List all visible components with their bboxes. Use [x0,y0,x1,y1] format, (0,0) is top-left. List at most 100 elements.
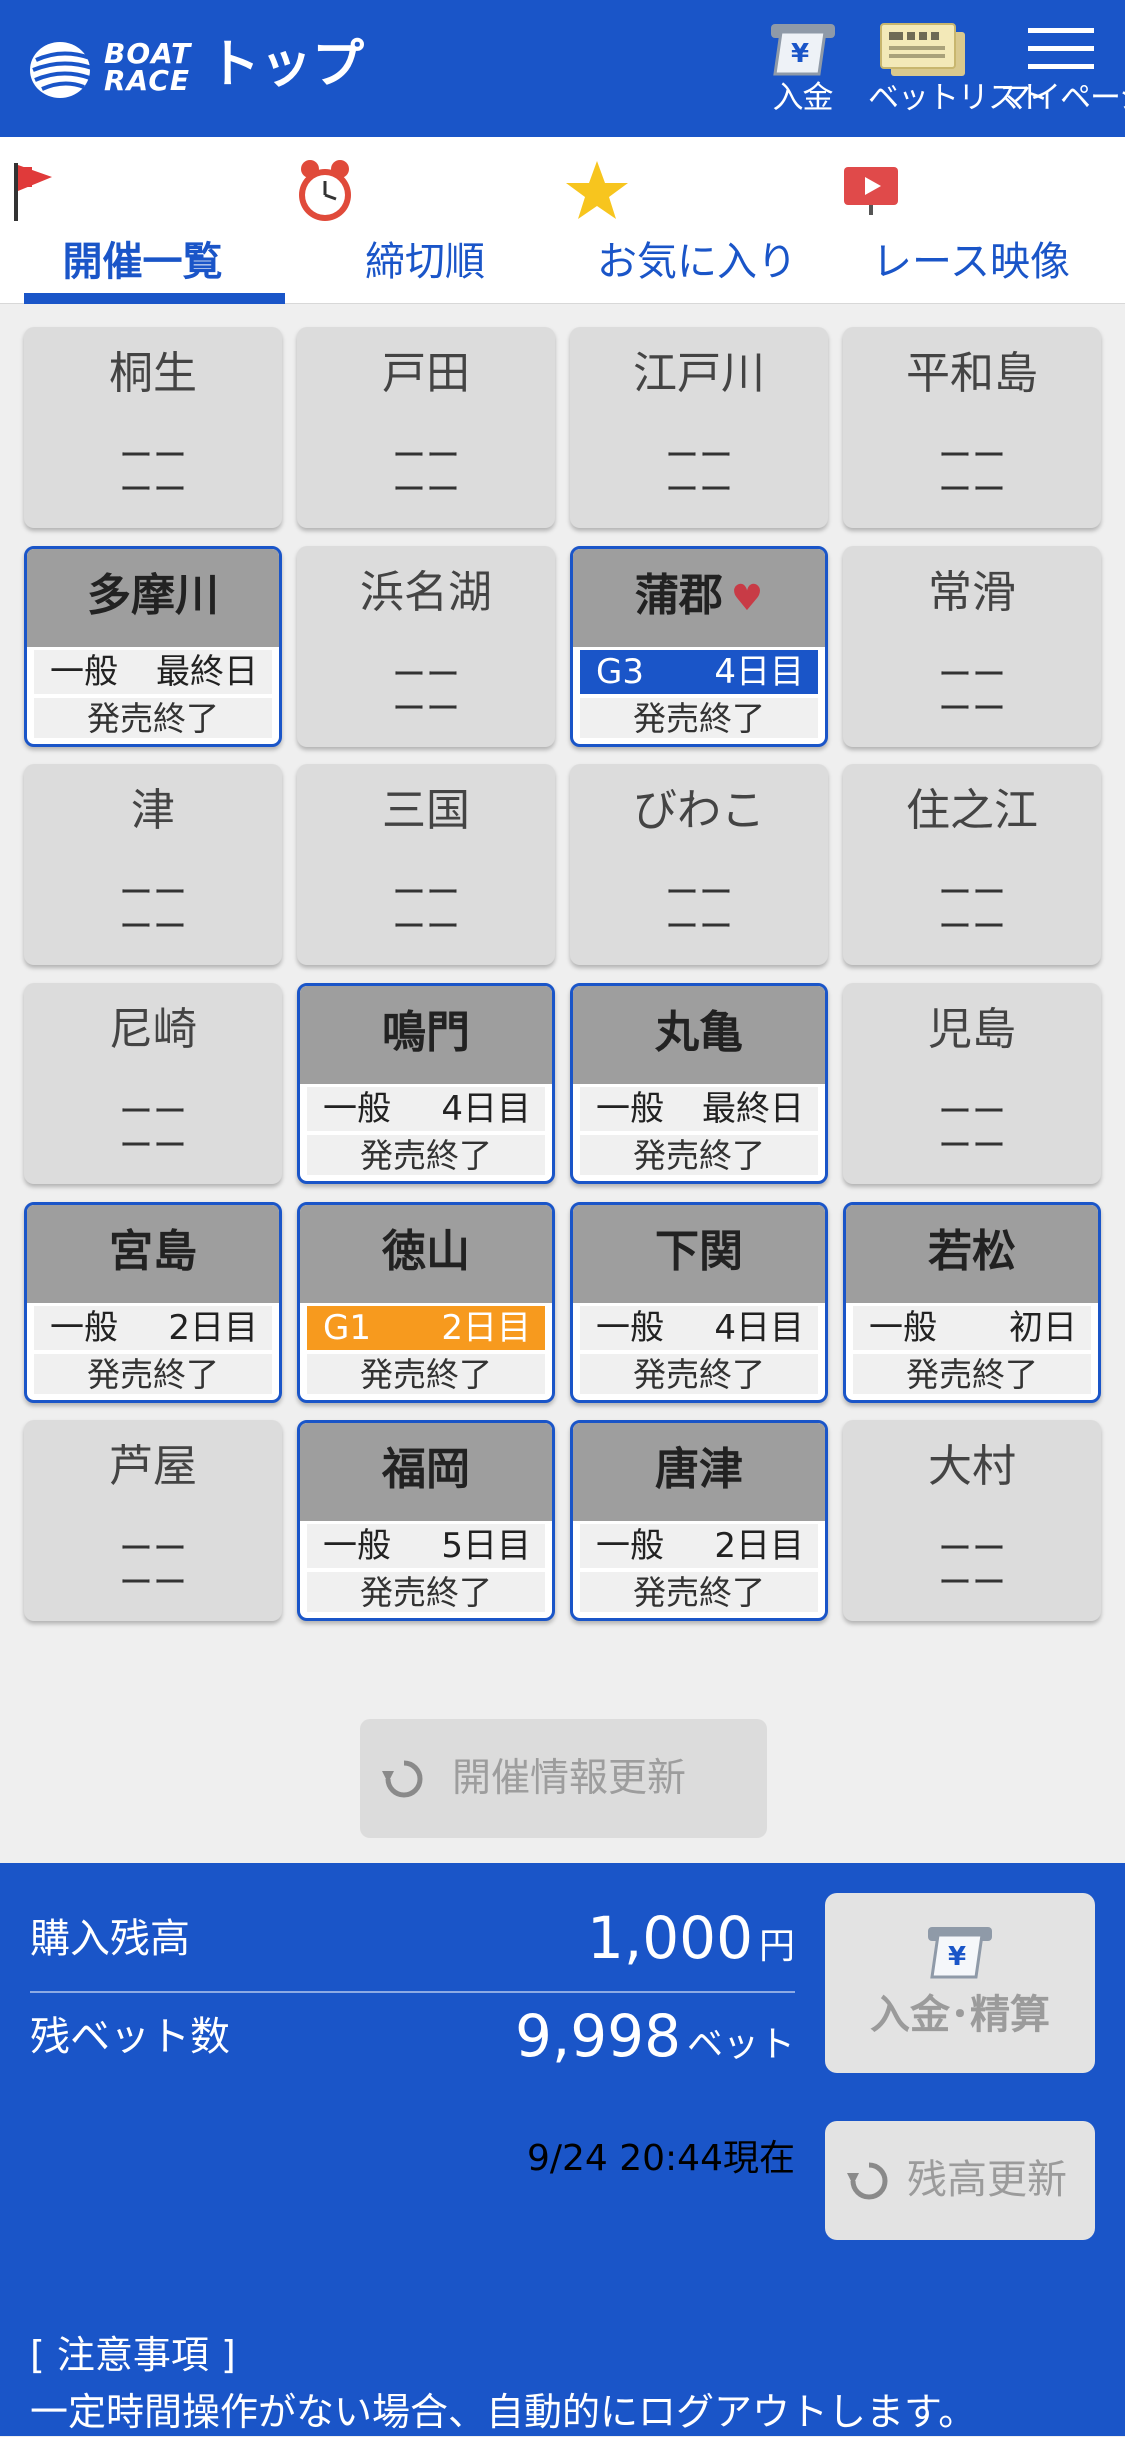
no-race-indicator: ーー [119,873,187,913]
venue-card[interactable]: 津ーー ーー [24,764,282,965]
balance-divider [30,1991,795,1993]
venue-name: 蒲郡 ♥ [634,570,764,621]
no-race-indicator: ーー [392,873,460,913]
venue-card[interactable]: 三国 ーー ーー [297,764,555,965]
no-race-indicator: ーー [665,873,733,913]
race-grade: 一般 [596,1308,664,1348]
race-day: 最終日 [702,1089,804,1129]
race-grade-day: 一般 2日目 [580,1524,818,1568]
no-race-indicator: ーー [665,436,733,476]
venue-name: 鳴門 [382,1007,470,1058]
venue-card[interactable]: びわこ ーー ーー [570,764,828,965]
venue-name: 尼崎 [109,1004,197,1055]
tab-race-video[interactable]: レース映像 [836,137,1106,304]
venue-card[interactable]: 蒲郡 ♥ G3 4日目 発売終了 [570,546,828,747]
video-icon [844,167,898,215]
venue-name: 常滑 [928,567,1016,618]
venue-card[interactable]: 桐生 ーー ーー [24,327,282,528]
race-grade: G3 [596,652,644,692]
race-grade-day: 一般 最終日 [34,650,272,694]
balance-refresh-button[interactable]: 残高更新 [825,2121,1095,2240]
no-race-indicator: ーー [119,470,187,510]
venue-name: 江戸川 [633,348,765,399]
no-race-indicator: ーー [119,1092,187,1132]
no-race-indicator: ーー [938,655,1006,695]
venue-card[interactable]: 徳山 G1 2日目 発売終了 [297,1202,555,1403]
ticket-icon [880,23,965,76]
venue-name: 芦屋 [109,1441,197,1492]
venue-name: 戸田 [382,348,470,399]
mypage-button[interactable]: マイページ [1000,18,1125,128]
race-grade: 一般 [50,652,118,692]
hamburger-menu-icon [1028,28,1094,69]
venue-name: 津 [131,785,175,836]
venue-name: 宮島 [109,1226,197,1277]
race-day: 4日目 [714,652,804,692]
race-grade-day: 一般 4日目 [580,1306,818,1350]
deposit-button[interactable]: ¥ 入金 [760,18,845,128]
no-race-indicator: ーー [938,873,1006,913]
app-header: BOAT RACE トップ ¥ 入金 ベットリスト マイペー [0,0,1125,137]
sale-status: 発売終了 [307,1135,545,1175]
race-grade: G1 [323,1308,371,1348]
no-race-indicator: ーー [119,1563,187,1603]
deposit-settle-button[interactable]: ¥ 入金･精算 [825,1893,1095,2073]
venue-name: 三国 [382,785,470,836]
tab-favorites[interactable]: お気に入り [562,137,832,304]
favorite-heart-icon: ♥ [730,578,764,619]
star-icon [566,161,628,219]
venue-card[interactable]: 芦屋 ーー ーー [24,1420,282,1621]
venue-card[interactable]: 児島 ーー ーー [843,983,1101,1184]
svg-text:¥: ¥ [948,1942,966,1972]
race-grade: 一般 [596,1526,664,1566]
venue-card[interactable]: 平和島 ーー ーー [843,327,1101,528]
venue-card[interactable]: 尼崎 ーー ーー [24,983,282,1184]
venue-card[interactable]: 多摩川 一般 最終日 発売終了 [24,546,282,747]
venue-card[interactable]: 戸田 ーー ーー [297,327,555,528]
venue-card[interactable]: 福岡 一般 5日目 発売終了 [297,1420,555,1621]
no-race-indicator: ーー [938,436,1006,476]
tab-deadline[interactable]: 締切順 [290,137,560,304]
no-race-indicator: ーー [938,1092,1006,1132]
boat-race-logo[interactable]: BOAT RACE [28,32,190,104]
venue-name: 住之江 [906,785,1038,836]
remaining-bets-label: 残ベット数 [30,2014,230,2060]
betlist-button[interactable]: ベットリスト [868,18,1049,128]
race-day: 2日目 [441,1308,531,1348]
schedule-refresh-button[interactable]: 開催情報更新 [360,1719,767,1838]
no-race-indicator: ーー [938,1126,1006,1166]
race-day: 2日目 [714,1526,804,1566]
venue-card[interactable]: 常滑 ーー ーー [843,546,1101,747]
venue-card[interactable]: 丸亀 一般 最終日 発売終了 [570,983,828,1184]
venue-name: 唐津 [655,1444,743,1495]
sale-status: 発売終了 [580,1135,818,1175]
no-race-indicator: ーー [119,1529,187,1569]
sale-status: 発売終了 [580,1572,818,1612]
no-race-indicator: ーー [938,907,1006,947]
no-race-indicator: ーー [665,470,733,510]
venue-name: びわこ [633,785,765,836]
venue-card[interactable]: 宮島 一般 2日目 発売終了 [24,1202,282,1403]
venue-card[interactable]: 下関 一般 4日目 発売終了 [570,1202,828,1403]
venue-card[interactable]: 住之江 ーー ーー [843,764,1101,965]
race-day: 4日目 [441,1089,531,1129]
race-grade: 一般 [869,1308,937,1348]
venue-card[interactable]: 若松 一般 初日 発売終了 [843,1202,1101,1403]
venue-name: 児島 [928,1004,1016,1055]
no-race-indicator: ーー [119,436,187,476]
remaining-bets-value: 9,998 ベット [514,2002,795,2070]
venue-card[interactable]: 江戸川 ーー ーー [570,327,828,528]
venue-card[interactable]: 浜名湖 ーー ーー [297,546,555,747]
venue-card[interactable]: 鳴門 一般 4日目 発売終了 [297,983,555,1184]
no-race-indicator: ーー [665,907,733,947]
race-day: 5日目 [441,1526,531,1566]
venue-card[interactable]: 大村 ーー ーー [843,1420,1101,1621]
refresh-icon [847,2162,888,2200]
tab-schedule[interactable]: 開催一覧 [0,137,285,304]
notice-title: [ 注意事項 ] [30,2333,236,2377]
venue-card[interactable]: 唐津一般 2日目発売終了 [570,1420,828,1621]
race-grade-day: 一般 初日 [853,1306,1091,1350]
venue-name: 多摩川 [87,570,219,621]
no-race-indicator: ーー [392,470,460,510]
no-race-indicator: ーー [119,907,187,947]
